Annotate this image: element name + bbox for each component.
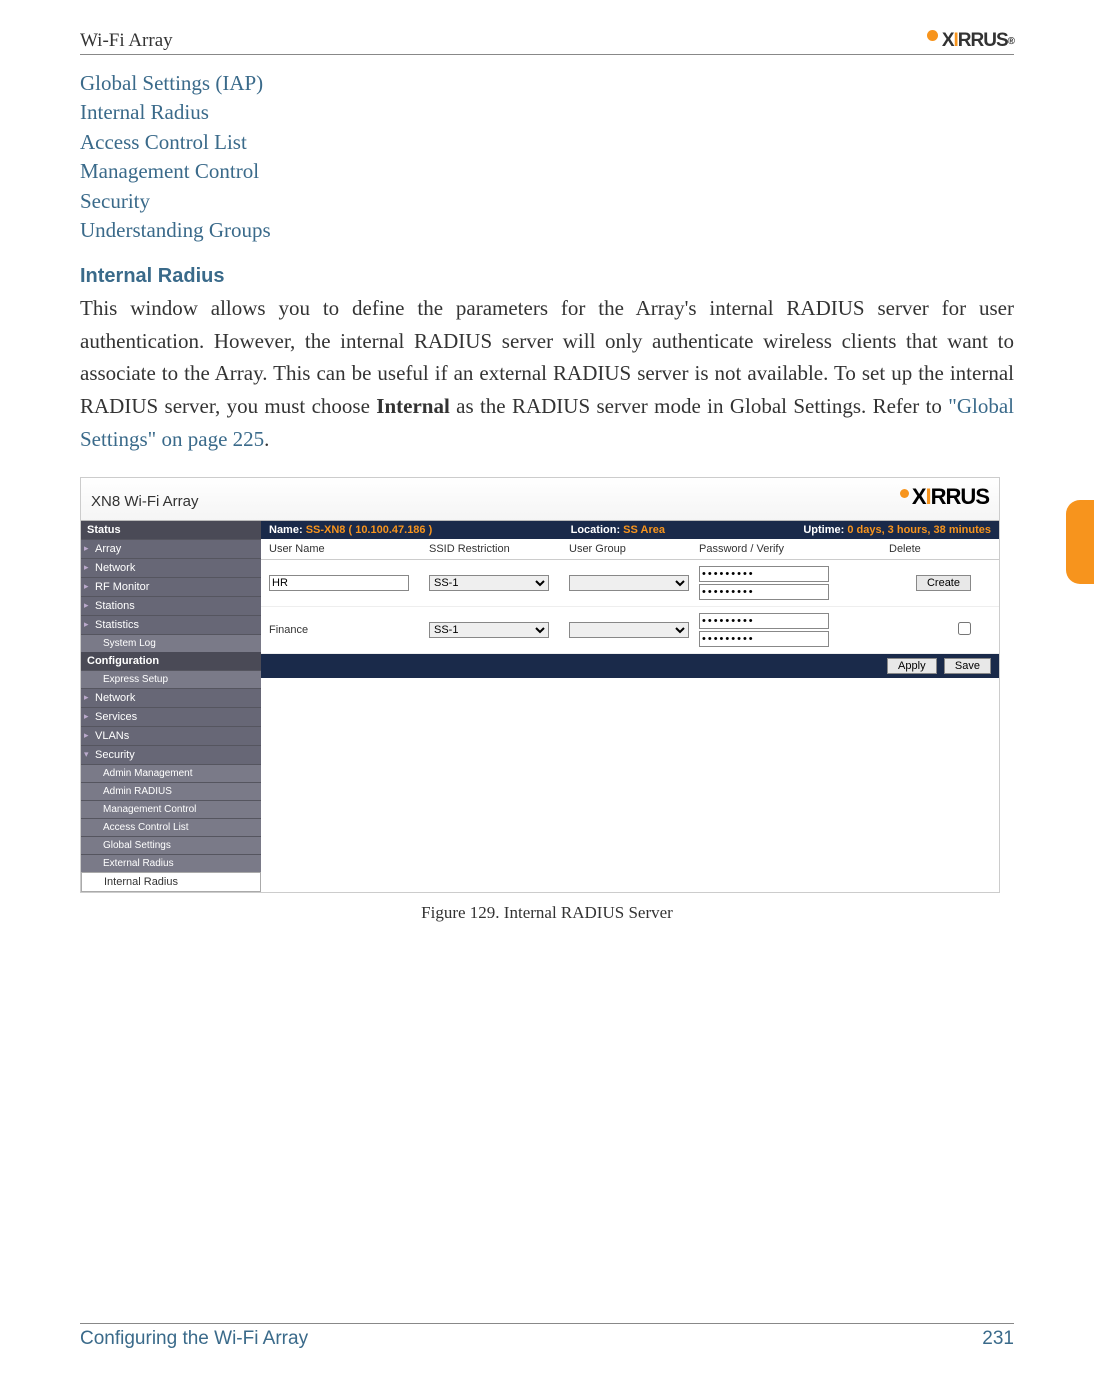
link-management-control[interactable]: Management Control: [80, 157, 1014, 186]
table-row: Finance SS-1: [261, 607, 999, 654]
section-heading: Internal Radius: [80, 265, 1014, 288]
sidebar-item-admin-radius[interactable]: Admin RADIUS: [81, 782, 261, 800]
sidebar-item-express-setup[interactable]: Express Setup: [81, 670, 261, 688]
status-location-label: Location:: [571, 524, 621, 536]
sidebar-item-external-radius[interactable]: External Radius: [81, 854, 261, 872]
ssid-select[interactable]: SS-1: [429, 575, 549, 591]
sidebar-header-status: Status: [81, 521, 261, 539]
status-uptime: 0 days, 3 hours, 38 minutes: [847, 524, 991, 536]
section-body: This window allows you to define the par…: [80, 292, 1014, 455]
verify-input[interactable]: [699, 631, 829, 647]
password-input[interactable]: [699, 566, 829, 582]
link-understanding-groups[interactable]: Understanding Groups: [80, 216, 1014, 245]
action-bar: Apply Save: [261, 654, 999, 678]
username-input[interactable]: [269, 575, 409, 591]
figure-screenshot: XN8 Wi-Fi Array XIRRUS Status Array Netw…: [80, 477, 1000, 893]
running-head: Wi-Fi Array: [80, 30, 173, 52]
figure-caption: Figure 129. Internal RADIUS Server: [80, 903, 1014, 923]
app-title: XN8 Wi-Fi Array: [91, 493, 199, 510]
password-input[interactable]: [699, 613, 829, 629]
status-bar: Name: SS-XN8 ( 10.100.47.186 ) Location:…: [261, 521, 999, 539]
app-logo: XIRRUS: [900, 484, 989, 510]
ssid-select[interactable]: SS-1: [429, 622, 549, 638]
group-select[interactable]: [569, 622, 689, 638]
col-delete: Delete: [889, 543, 931, 555]
footer-page-number: 231: [982, 1328, 1014, 1350]
page-footer: Configuring the Wi-Fi Array 231: [80, 1323, 1014, 1350]
sidebar-item-management-control[interactable]: Management Control: [81, 800, 261, 818]
link-security[interactable]: Security: [80, 187, 1014, 216]
col-group: User Group: [569, 543, 699, 555]
para-end: .: [264, 427, 269, 451]
sidebar-item-network2[interactable]: Network: [81, 688, 261, 707]
status-location: SS Area: [623, 524, 665, 536]
app-header: XN8 Wi-Fi Array XIRRUS: [81, 478, 999, 521]
sidebar-item-stations[interactable]: Stations: [81, 596, 261, 615]
see-also-list: Global Settings (IAP) Internal Radius Ac…: [80, 69, 1014, 245]
link-internal-radius[interactable]: Internal Radius: [80, 98, 1014, 127]
sidebar-item-array[interactable]: Array: [81, 539, 261, 558]
sidebar-item-statistics[interactable]: Statistics: [81, 615, 261, 634]
save-button[interactable]: Save: [944, 658, 991, 674]
para-post: as the RADIUS server mode in Global Sett…: [450, 394, 948, 418]
sidebar-item-admin-management[interactable]: Admin Management: [81, 764, 261, 782]
sidebar-item-global-settings[interactable]: Global Settings: [81, 836, 261, 854]
apply-button[interactable]: Apply: [887, 658, 937, 674]
link-access-control-list[interactable]: Access Control List: [80, 128, 1014, 157]
para-bold: Internal: [376, 394, 450, 418]
footer-left: Configuring the Wi-Fi Array: [80, 1328, 308, 1350]
table-row: SS-1 Create: [261, 560, 999, 607]
verify-input[interactable]: [699, 584, 829, 600]
table-header: User Name SSID Restriction User Group Pa…: [261, 539, 999, 560]
sidebar-item-network[interactable]: Network: [81, 558, 261, 577]
col-pass: Password / Verify: [699, 543, 889, 555]
status-uptime-label: Uptime:: [803, 524, 844, 536]
app-sidebar: Status Array Network RF Monitor Stations…: [81, 521, 261, 892]
create-button[interactable]: Create: [916, 575, 971, 591]
app-main: Name: SS-XN8 ( 10.100.47.186 ) Location:…: [261, 521, 999, 892]
col-ssid: SSID Restriction: [429, 543, 569, 555]
sidebar-header-config: Configuration: [81, 652, 261, 670]
sidebar-item-security[interactable]: Security: [81, 745, 261, 764]
username-text: Finance: [269, 624, 308, 636]
link-global-settings-iap[interactable]: Global Settings (IAP): [80, 69, 1014, 98]
sidebar-item-internal-radius[interactable]: Internal Radius: [81, 872, 261, 892]
page-header: Wi-Fi Array XIRRUS®: [80, 30, 1014, 55]
sidebar-item-system-log[interactable]: System Log: [81, 634, 261, 652]
col-user: User Name: [269, 543, 429, 555]
group-select[interactable]: [569, 575, 689, 591]
status-name-label: Name:: [269, 524, 303, 536]
delete-checkbox[interactable]: [958, 622, 971, 635]
sidebar-item-rf-monitor[interactable]: RF Monitor: [81, 577, 261, 596]
brand-logo: XIRRUS®: [927, 30, 1014, 52]
sidebar-item-services[interactable]: Services: [81, 707, 261, 726]
thumb-tab: [1066, 500, 1094, 584]
sidebar-item-access-control-list[interactable]: Access Control List: [81, 818, 261, 836]
sidebar-item-vlans[interactable]: VLANs: [81, 726, 261, 745]
status-name: SS-XN8 ( 10.100.47.186 ): [306, 524, 433, 536]
